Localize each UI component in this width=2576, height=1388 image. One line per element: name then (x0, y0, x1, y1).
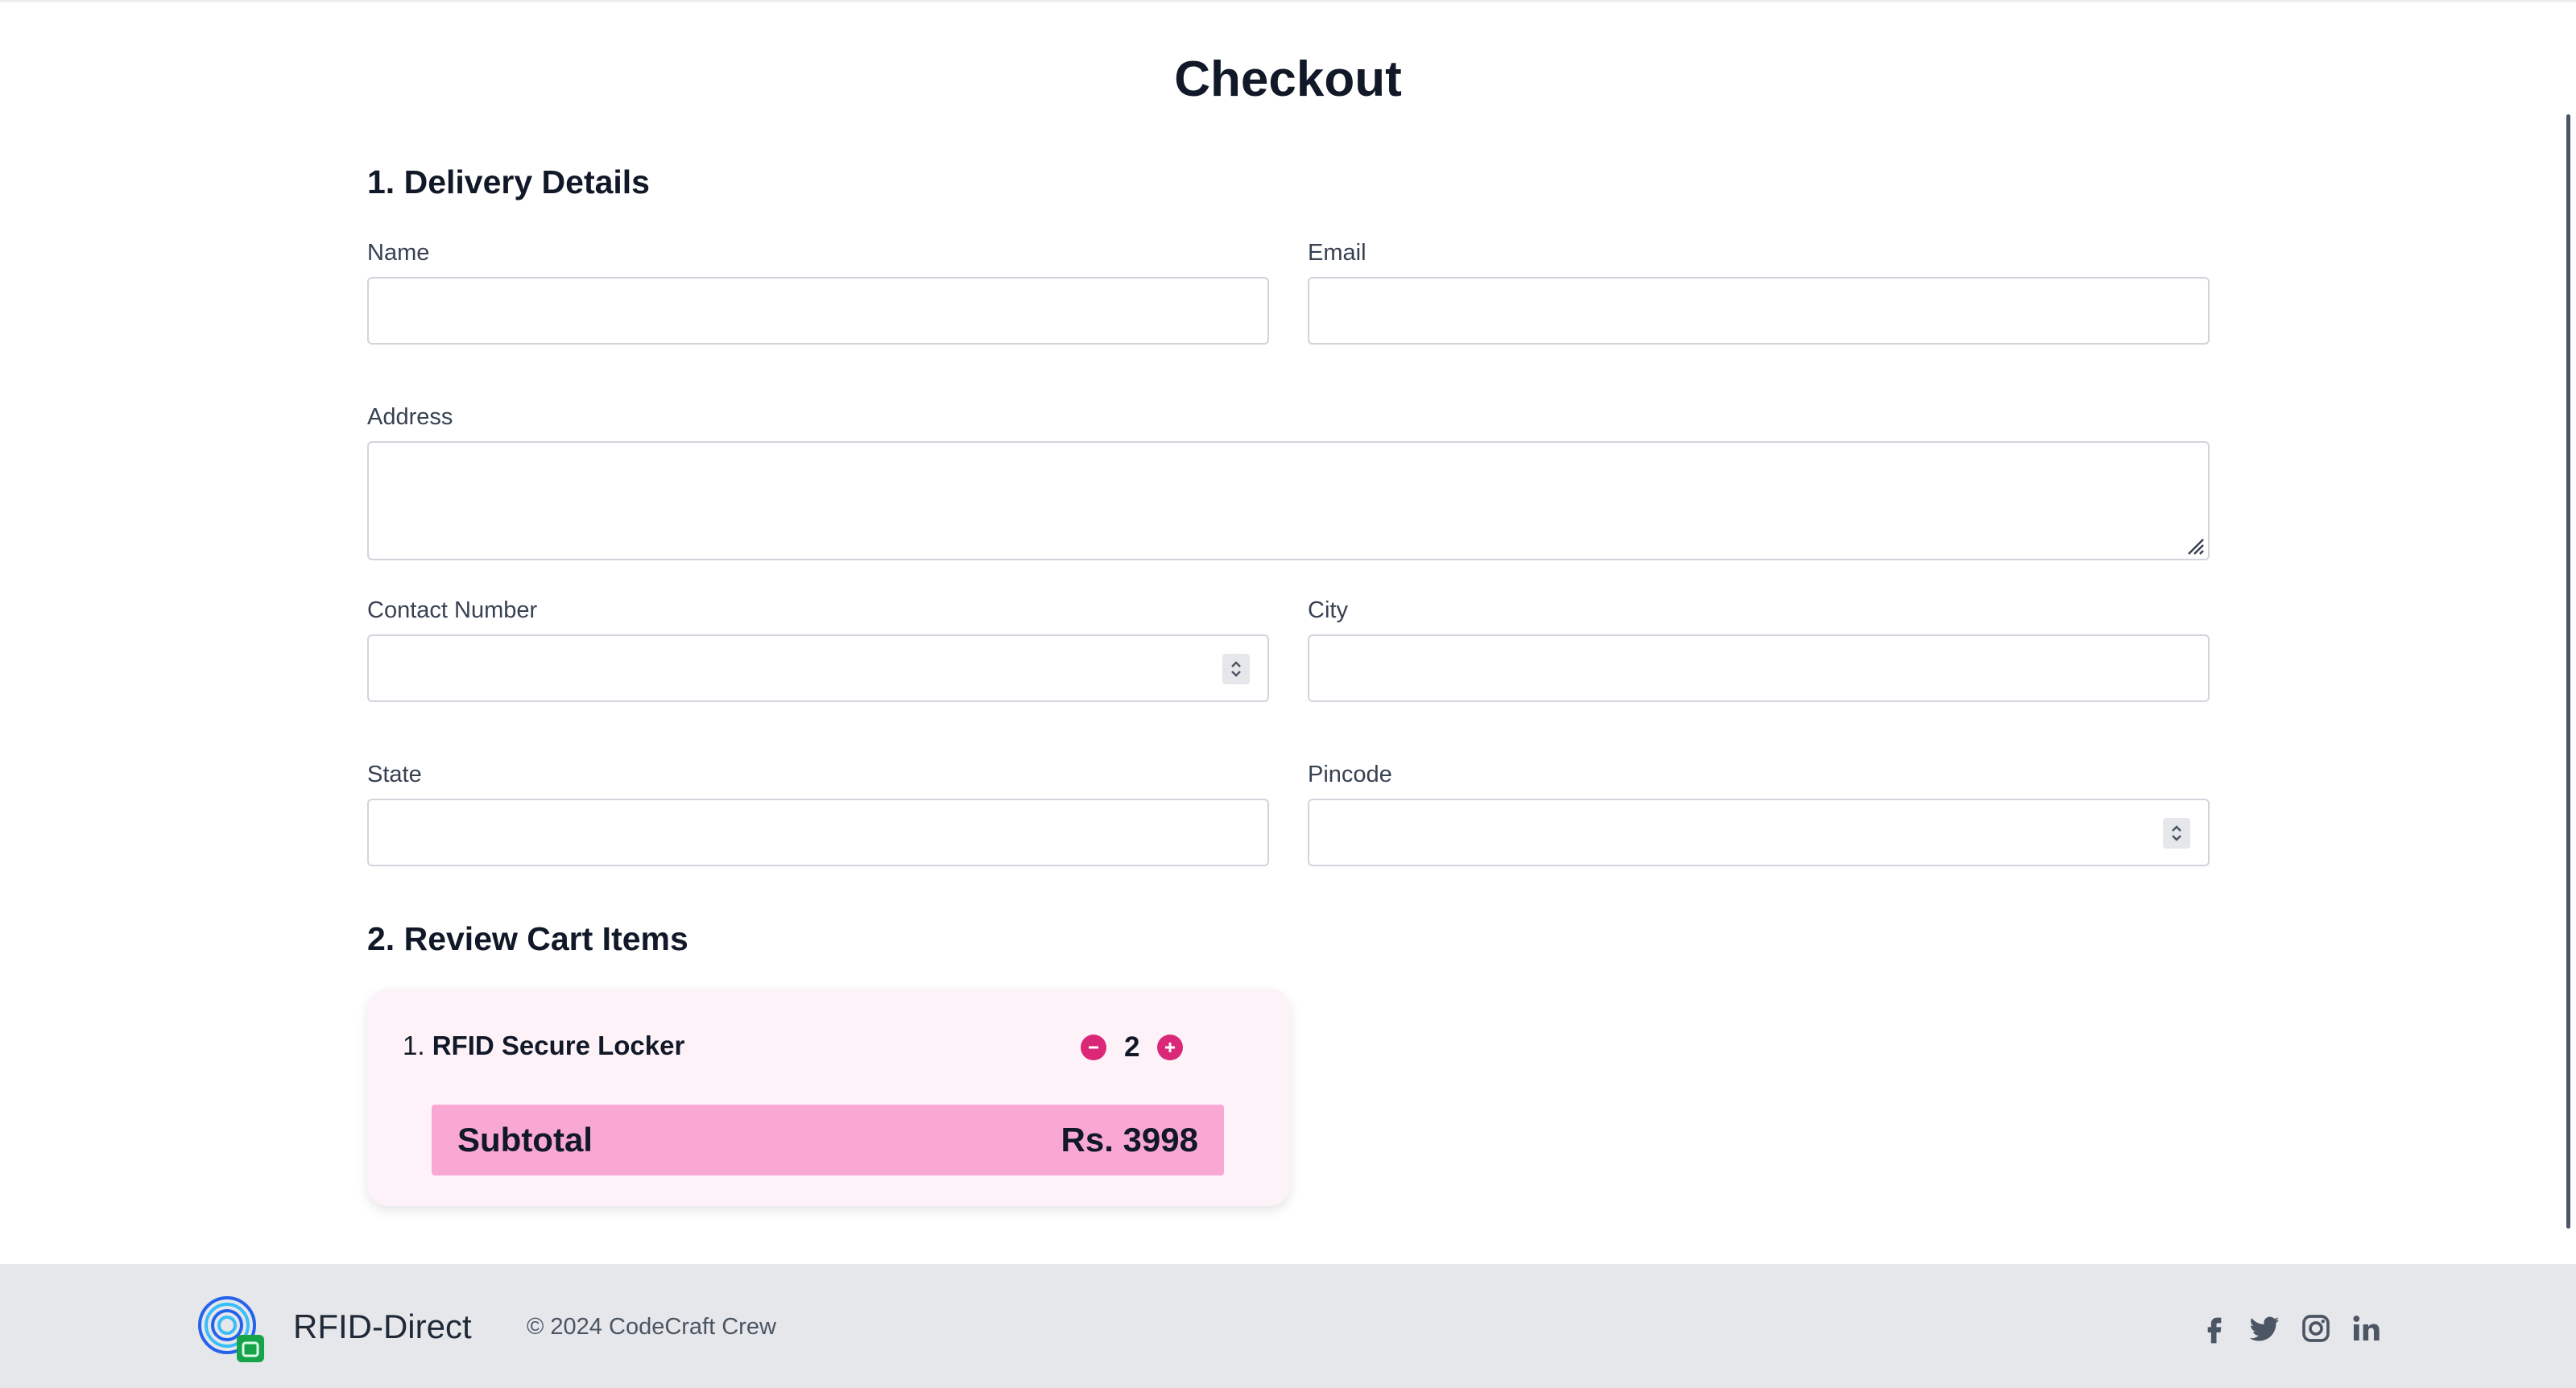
name-input[interactable] (367, 277, 1269, 345)
state-field-group: State (367, 760, 1269, 866)
number-spinner[interactable] (1222, 654, 1250, 684)
address-textarea[interactable] (367, 441, 2210, 560)
delivery-details-heading: 1. Delivery Details (367, 163, 650, 200)
email-field-group: Email (1308, 238, 2210, 345)
pincode-input[interactable] (1308, 799, 2210, 866)
decrease-quantity-button[interactable] (1081, 1035, 1106, 1060)
cart-item: 1. RFID Secure Locker (403, 1029, 684, 1063)
twitter-icon[interactable] (2248, 1312, 2280, 1345)
top-border (0, 0, 2576, 3)
increase-quantity-button[interactable] (1157, 1035, 1184, 1060)
pincode-label: Pincode (1308, 762, 1392, 787)
spinner-arrows-icon (1231, 661, 1241, 677)
email-input[interactable] (1308, 277, 2210, 345)
name-field-group: Name (367, 238, 1269, 345)
copyright-text: © 2024 CodeCraft Crew (527, 1314, 776, 1340)
minus-icon (1089, 1046, 1098, 1049)
rfid-logo-icon[interactable] (196, 1295, 267, 1365)
contact-field-group: Contact Number (367, 596, 1269, 702)
state-label: State (367, 762, 422, 787)
city-field-group: City (1308, 596, 2210, 702)
subtotal-value: Rs. 3998 (1061, 1121, 1198, 1159)
subtotal-label: Subtotal (457, 1121, 593, 1159)
quantity-value: 2 (1124, 1031, 1140, 1063)
instagram-icon[interactable] (2300, 1312, 2332, 1345)
number-spinner[interactable] (2163, 818, 2190, 849)
cart-item-index: 1. (403, 1031, 425, 1060)
contact-label: Contact Number (367, 597, 538, 623)
address-field-group: Address (367, 403, 2210, 560)
page-title: Checkout (1174, 52, 1402, 107)
contact-number-input[interactable] (367, 634, 1269, 702)
footer: RFID-Direct © 2024 CodeCraft Crew (0, 1264, 2576, 1388)
subtotal-bar: Subtotal Rs. 3998 (432, 1105, 1224, 1175)
state-input[interactable] (367, 799, 1269, 866)
scrollbar[interactable] (2566, 114, 2570, 1229)
email-label: Email (1308, 240, 1367, 266)
plus-icon (1165, 1043, 1176, 1052)
pincode-field-group: Pincode (1308, 760, 2210, 866)
linkedin-icon[interactable] (2350, 1312, 2382, 1345)
name-label: Name (367, 240, 430, 266)
cart-item-name: RFID Secure Locker (432, 1031, 685, 1060)
resize-handle-icon[interactable] (2184, 535, 2205, 556)
quantity-stepper: 2 (1081, 1031, 1184, 1064)
spinner-arrows-icon (2172, 825, 2181, 841)
facebook-icon[interactable] (2198, 1312, 2231, 1345)
review-cart-heading: 2. Review Cart Items (367, 920, 688, 957)
brand-name[interactable]: RFID-Direct (293, 1306, 472, 1348)
city-input[interactable] (1308, 634, 2210, 702)
city-label: City (1308, 597, 1348, 623)
cart-card: 1. RFID Secure Locker 2 Subtotal Rs. 399… (367, 989, 1290, 1206)
address-label: Address (367, 404, 453, 430)
